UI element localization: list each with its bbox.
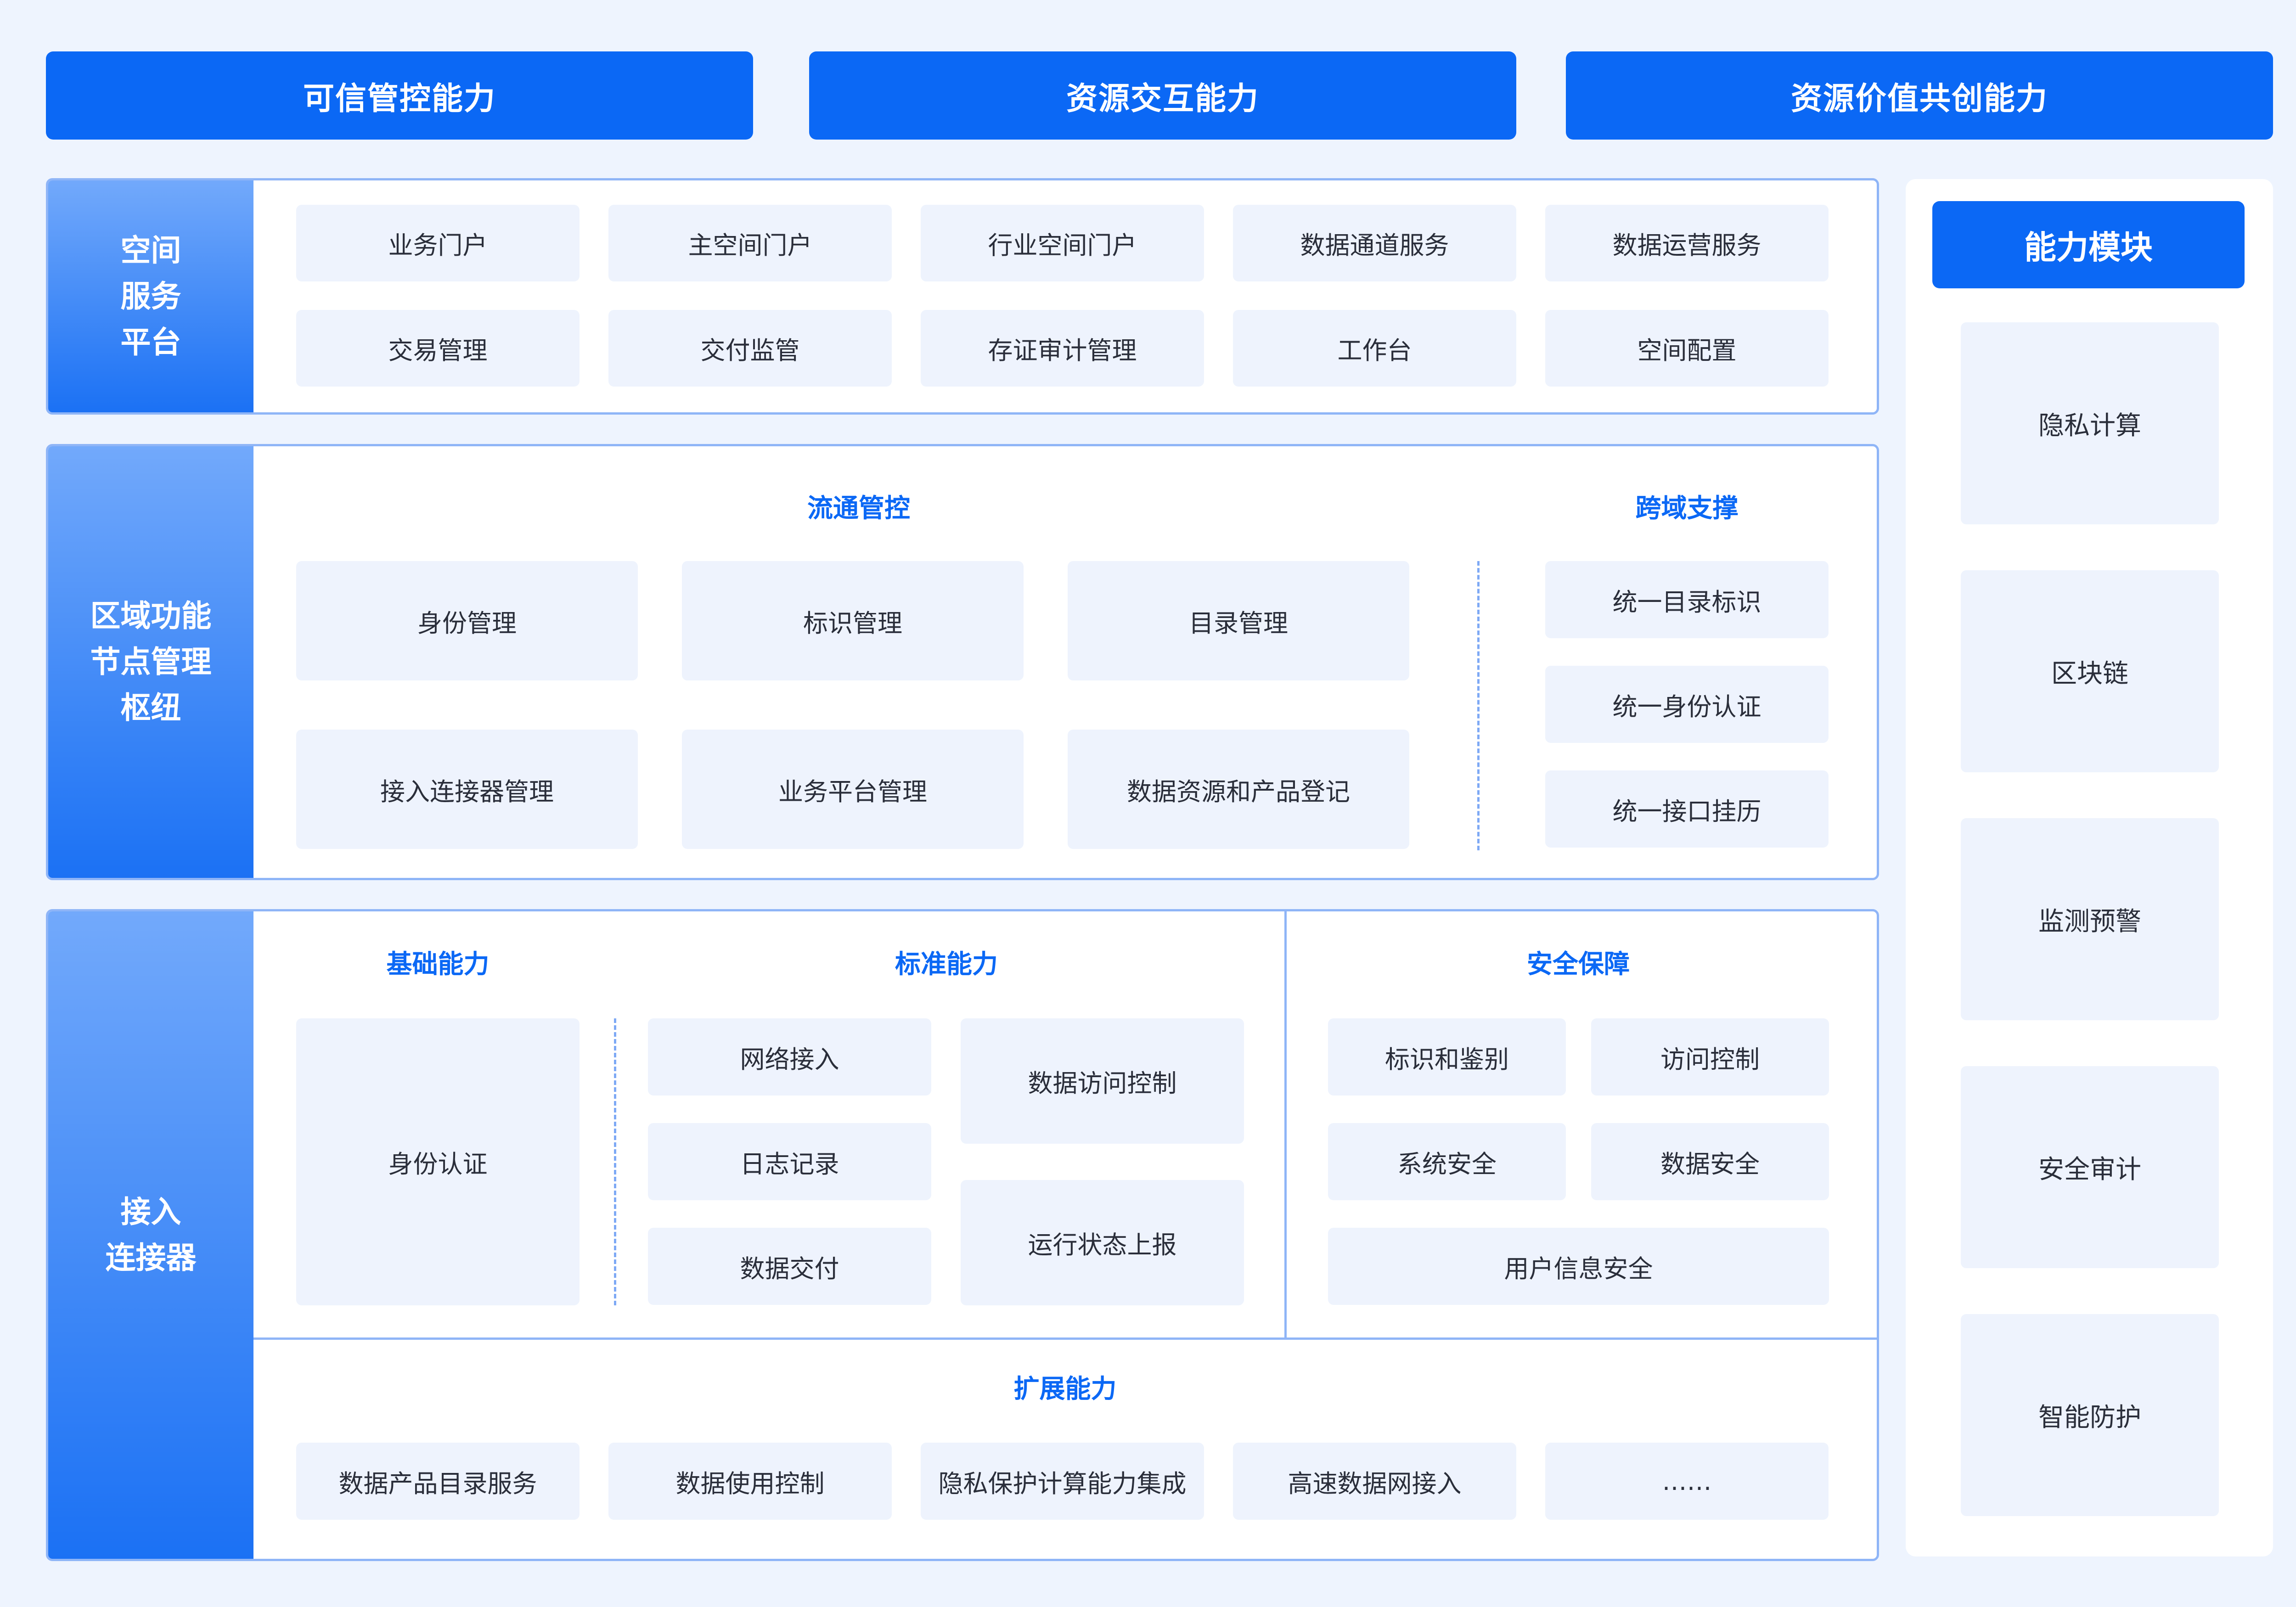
cell-data-operation-service: 数据运营服务 [1545, 205, 1829, 281]
cell-data-resource-registration: 数据资源和产品登记 [1068, 730, 1409, 849]
basic-capability-title: 基础能力 [386, 949, 490, 979]
section-regional-hub: 区域功能 节点管理 枢纽 流通管控 身份管理 标识管理 目录管理 接入连接器管理… [46, 444, 1879, 880]
cell-access-control: 访问控制 [1591, 1018, 1829, 1096]
cell-system-security: 系统安全 [1328, 1123, 1566, 1200]
security-assurance-title: 安全保障 [1527, 949, 1630, 979]
module-security-audit: 安全审计 [1961, 1066, 2219, 1268]
divider-security [1284, 911, 1287, 1338]
capability-module-panel: 能力模块 隐私计算 区块链 监测预警 安全审计 智能防护 [1906, 179, 2273, 1556]
cell-transaction-management: 交易管理 [296, 310, 580, 387]
divider-standard [614, 1018, 616, 1305]
module-privacy-computing: 隐私计算 [1961, 322, 2219, 524]
section-space-platform: 空间 服务 平台 业务门户 主空间门户 行业空间门户 数据通道服务 数据运营服务… [46, 178, 1879, 415]
cell-identity-management: 身份管理 [296, 561, 638, 680]
cell-business-platform-management: 业务平台管理 [682, 730, 1024, 849]
cell-industry-space-portal: 行业空间门户 [921, 205, 1204, 281]
capability-module-title: 能力模块 [1932, 201, 2245, 288]
cell-log-record: 日志记录 [648, 1123, 931, 1200]
cell-data-usage-control: 数据使用控制 [608, 1443, 892, 1520]
module-intelligent-protection: 智能防护 [1961, 1314, 2219, 1516]
capability-banner-resource-interaction: 资源交互能力 [809, 51, 1516, 140]
cell-workbench: 工作台 [1233, 310, 1516, 387]
cell-unified-catalog-id: 统一目录标识 [1545, 561, 1829, 638]
circulation-control-title: 流通管控 [807, 493, 910, 523]
module-blockchain: 区块链 [1961, 570, 2219, 772]
divider-extension [253, 1337, 1877, 1340]
section-label-space-platform: 空间 服务 平台 [48, 180, 253, 412]
section-label-regional-hub: 区域功能 节点管理 枢纽 [48, 446, 253, 878]
cell-data-delivery: 数据交付 [648, 1228, 931, 1305]
capability-banner-value-cocreation: 资源价值共创能力 [1566, 51, 2273, 140]
cross-domain-support-title: 跨域支撑 [1635, 493, 1739, 523]
cell-identifier-management: 标识管理 [682, 561, 1024, 680]
module-monitoring-alert: 监测预警 [1961, 818, 2219, 1020]
cell-high-speed-network-access: 高速数据网接入 [1233, 1443, 1516, 1520]
cell-main-space-portal: 主空间门户 [608, 205, 892, 281]
cell-data-channel-service: 数据通道服务 [1233, 205, 1516, 281]
cell-more-ellipsis: …… [1545, 1443, 1829, 1520]
cell-product-catalog-service: 数据产品目录服务 [296, 1443, 580, 1520]
cell-data-security: 数据安全 [1591, 1123, 1829, 1200]
cell-catalog-management: 目录管理 [1068, 561, 1409, 680]
cell-delivery-supervision: 交付监管 [608, 310, 892, 387]
cell-connector-management: 接入连接器管理 [296, 730, 638, 849]
cell-business-portal: 业务门户 [296, 205, 580, 281]
cell-unified-identity-auth: 统一身份认证 [1545, 666, 1829, 743]
section-access-connector: 接入 连接器 基础能力 身份认证 标准能力 网络接入 日志记录 数据交付 数据访… [46, 909, 1879, 1561]
cell-user-info-security: 用户信息安全 [1328, 1228, 1829, 1305]
cell-data-access-control: 数据访问控制 [961, 1018, 1244, 1144]
cell-space-config: 空间配置 [1545, 310, 1829, 387]
divider-cross-domain [1477, 561, 1480, 850]
capability-banner-trusted-control: 可信管控能力 [46, 51, 753, 140]
cell-network-access: 网络接入 [648, 1018, 931, 1096]
cell-identification-auth: 标识和鉴别 [1328, 1018, 1566, 1096]
cell-evidence-audit: 存证审计管理 [921, 310, 1204, 387]
section-label-access-connector: 接入 连接器 [48, 911, 253, 1559]
cell-identity-authentication: 身份认证 [296, 1018, 580, 1305]
cell-unified-interface-listing: 统一接口挂历 [1545, 770, 1829, 848]
cell-status-reporting: 运行状态上报 [961, 1180, 1244, 1305]
cell-privacy-computing-integration: 隐私保护计算能力集成 [921, 1443, 1204, 1520]
extension-capability-title: 扩展能力 [1013, 1374, 1117, 1404]
standard-capability-title: 标准能力 [895, 949, 998, 979]
